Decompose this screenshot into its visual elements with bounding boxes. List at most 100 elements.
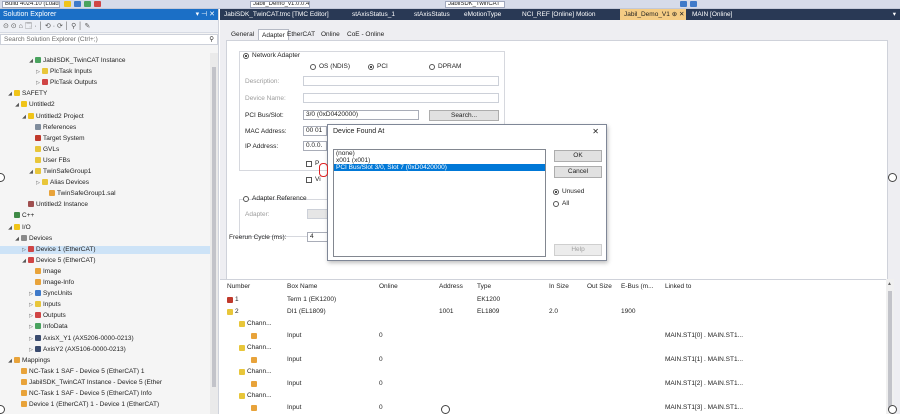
tree-item[interactable]: Image-Info [0,279,211,287]
collapsed-arrow-icon[interactable]: ▷ [28,346,34,354]
tree-item[interactable]: ◢ I/O [0,223,211,232]
column-header[interactable]: Number [227,283,250,290]
table-row[interactable]: Chann... [220,390,886,402]
tree-item[interactable]: ◢ Untitled2 Project [0,112,211,121]
collapsed-arrow-icon[interactable]: ▷ [28,312,34,320]
tree-item[interactable]: ▷ AxisY2 (AX5106-0000-0213) [0,345,211,354]
expanded-arrow-icon[interactable]: ◢ [28,168,34,176]
description-field[interactable] [303,76,499,86]
table-row[interactable]: Input 0 MAIN.ST1[1] . MAIN.ST1... [220,354,886,366]
collapsed-arrow-icon[interactable]: ▷ [28,301,34,309]
table-row[interactable]: Chann... [220,366,886,378]
tree-item[interactable]: ▷ Alias Devices [0,179,211,187]
collapsed-arrow-icon[interactable]: ▷ [28,335,34,343]
column-header[interactable]: Type [477,283,491,290]
network-adapter-radio[interactable] [243,53,249,59]
tab-general[interactable]: General [228,29,257,40]
editor-tab[interactable]: NCI_REF [Online] [518,9,574,20]
tree-item[interactable]: Device 1 (EtherCAT) 1 - Device 1 (EtherC… [0,401,211,409]
column-header[interactable]: Linked to [665,283,691,290]
column-header[interactable]: E-Bus (m... [621,283,654,290]
tree-item[interactable]: Untitled2 Instance [0,201,211,209]
toolbar-icon[interactable] [74,1,81,7]
table-row[interactable]: Input 0 MAIN.ST1[2] . MAIN.ST1... [220,378,886,390]
pci-radio[interactable] [368,64,374,70]
solution-explorer-toolbar[interactable]: ⊙ ⊙ ⌂ 🗔 · │ ⟲ · ⟳ │ ⚲ │ ✎ [0,20,218,33]
tree-item[interactable]: References [0,123,211,132]
dialog-title-bar[interactable]: Device Found At ✕ [328,125,606,139]
device-name-field[interactable] [303,93,499,103]
mac-address-field[interactable]: 00 01 [303,126,327,136]
tree-item[interactable]: NC-Task 1 SAF - Device 5 (EtherCAT) Info [0,390,211,398]
tree-item[interactable]: ◢ JabilSDK_TwinCAT Instance [0,57,211,65]
collapsed-arrow-icon[interactable]: ▷ [28,323,34,331]
expanded-arrow-icon[interactable]: ◢ [21,113,27,121]
column-header[interactable]: Box Name [287,283,317,290]
device-list-item[interactable]: x001 (x001) [334,157,545,164]
tree-item[interactable]: ▷ AxisX_Y1 (AX5206-0000-0213) [0,334,211,343]
editor-tab[interactable]: stAxisStatus_1 [348,9,408,20]
resize-handle[interactable] [888,405,897,414]
tree-item[interactable]: GVLs [0,145,211,154]
scroll-up-icon[interactable]: ▲ [887,281,892,287]
toolbar-icon[interactable] [690,1,697,7]
tree-item[interactable]: ▷ Device 1 (EtherCAT) [0,245,211,254]
scrollbar-thumb[interactable] [212,67,216,387]
grid-scrollbar[interactable]: ▲ [886,279,894,414]
tree-item[interactable]: ◢ Devices [0,234,211,243]
promiscuous-checkbox[interactable] [306,161,312,167]
pci-bus-slot-field[interactable]: 3/0 (0xD0420000) [303,110,419,120]
tree-item[interactable]: ◢ SAFETY [0,90,211,98]
tab-online[interactable]: Online [318,29,343,40]
tree-item[interactable]: Target System [0,134,211,143]
scrollbar-thumb[interactable] [888,291,892,409]
editor-tab[interactable]: Motion [572,9,618,20]
column-header[interactable]: Online [379,283,398,290]
table-row[interactable]: Input 0 MAIN.ST1[0] . MAIN.ST1... [220,330,886,342]
editor-tab[interactable]: Jabil_Demo_V1 ⊕ ✕ [620,9,686,20]
collapsed-arrow-icon[interactable]: ▷ [35,179,41,187]
ok-button[interactable]: OK [554,150,602,162]
expanded-arrow-icon[interactable]: ◢ [14,101,20,109]
tree-item[interactable]: ◢ Untitled2 [0,101,211,109]
device-list-item[interactable]: (none) [334,150,545,157]
search-icon[interactable]: ⚲ [209,35,214,44]
tree-item[interactable]: ▷ SyncUnits [0,290,211,298]
tree-item[interactable]: ▷ PlcTask Inputs [0,68,211,76]
virtual-checkbox[interactable] [306,177,312,183]
close-icon[interactable]: ✕ [592,125,599,139]
tree-item[interactable]: ▷ PlcTask Outputs [0,79,211,87]
tab-ethercat[interactable]: EtherCAT [284,29,318,40]
tree-item[interactable]: User FBs [0,156,211,165]
adapter-reference-radio[interactable] [243,196,249,202]
table-row[interactable]: Chann... [220,342,886,354]
pane-controls[interactable]: ▾ ⊣ ✕ [196,9,215,20]
toolbar-icon[interactable] [680,1,687,7]
tree-item[interactable]: ▷ Inputs [0,301,211,309]
expanded-arrow-icon[interactable]: ◢ [7,90,13,98]
toolbar-icon[interactable] [64,1,71,7]
expanded-arrow-icon[interactable]: ◢ [7,224,13,232]
toolbar-icon[interactable] [94,1,101,7]
table-row[interactable]: Input 0 MAIN.ST1[3] . MAIN.ST1... [220,402,886,414]
cancel-button[interactable]: Cancel [554,166,602,178]
editor-tab[interactable]: eMotionType [460,9,516,20]
table-row[interactable]: 2 DI1 (EL1809) 1001 EL1809 2.0 1900 [220,306,886,318]
tree-item[interactable]: ◢ Mappings [0,356,211,365]
expanded-arrow-icon[interactable]: ◢ [21,257,27,265]
tab-overflow-icon[interactable]: ▾ [889,9,900,20]
toolbar-icon[interactable] [84,1,91,7]
collapsed-arrow-icon[interactable]: ▷ [21,246,27,254]
device-list-item[interactable]: PCI Bus/Slot 3/0, Slot 7 (0xD0420000) [334,164,545,171]
resize-handle[interactable] [441,405,450,414]
resize-handle[interactable] [888,173,897,182]
solution-explorer-search-input[interactable]: Search Solution Explorer (Ctrl+;) ⚲ [0,34,218,45]
tree-item[interactable]: NC-Task 1 SAF - Device 5 (EtherCAT) 1 [0,367,211,376]
tree-item[interactable]: ◢ TwinSafeGroup1 [0,168,211,176]
editor-tab[interactable]: JabiSDK_TwinCAT.tmc [TMC Editor] [220,9,346,20]
table-row[interactable]: Chann... [220,318,886,330]
column-header[interactable]: In Size [549,283,569,290]
tree-item[interactable]: TwinSafeGroup1.sal [0,190,211,198]
collapsed-arrow-icon[interactable]: ▷ [35,79,41,87]
column-header[interactable]: Out Size [587,283,612,290]
